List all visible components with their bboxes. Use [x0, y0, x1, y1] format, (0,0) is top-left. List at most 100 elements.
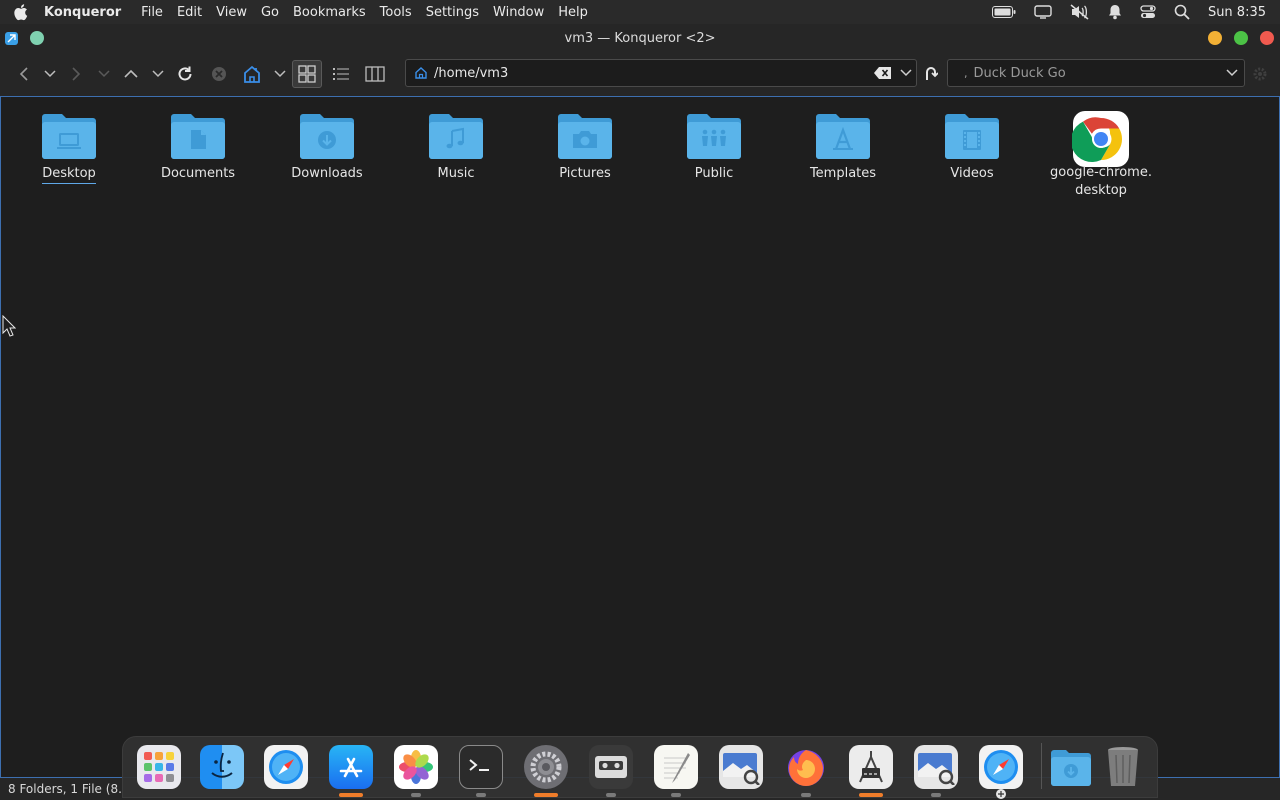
battery-icon[interactable] [991, 6, 1016, 18]
menu-go[interactable]: Go [261, 5, 279, 20]
settings-gear-icon[interactable] [1253, 66, 1267, 85]
app-name-menu[interactable]: Konqueror [44, 5, 121, 20]
dock-photos[interactable] [394, 745, 438, 789]
file-view[interactable]: Desktop Documents Downloads Music Pictur… [0, 96, 1280, 778]
search-input[interactable]: Duck Duck Go [974, 66, 1066, 81]
home-icon[interactable] [240, 62, 264, 86]
dock-tape-app[interactable] [589, 745, 633, 789]
pin-window-button[interactable] [30, 31, 44, 45]
dock-safari[interactable] [264, 745, 308, 789]
notification-bell-icon[interactable] [1108, 4, 1122, 20]
dock-launchpad[interactable] [137, 745, 181, 789]
public-folder-icon [687, 114, 741, 159]
dock-terminal[interactable] [459, 745, 503, 789]
file-label: Desktop [42, 165, 96, 184]
file-label: Public [694, 166, 734, 181]
file-item-public[interactable]: Public [659, 111, 769, 183]
spotlight-search-icon[interactable] [1174, 4, 1190, 20]
dock-preview-2[interactable] [914, 745, 958, 789]
display-icon[interactable] [1034, 5, 1052, 19]
mute-icon[interactable] [1070, 4, 1090, 20]
file-item-videos[interactable]: Videos [917, 111, 1027, 183]
dock-indicator-instruments [859, 793, 883, 797]
location-bar[interactable]: /home/vm3 [405, 59, 917, 87]
desktop-folder-icon [42, 114, 96, 159]
file-item-pictures[interactable]: Pictures [530, 111, 640, 183]
apple-menu-icon[interactable] [0, 3, 44, 21]
location-input[interactable]: /home/vm3 [434, 66, 508, 81]
safari-icon [984, 750, 1018, 784]
column-view-button[interactable] [363, 62, 387, 86]
trash-icon [1108, 747, 1138, 786]
file-item-desktop[interactable]: Desktop [14, 111, 124, 184]
icon-view-button[interactable] [292, 60, 322, 88]
preview-icon [723, 753, 760, 785]
back-history-dropdown-icon[interactable] [38, 62, 62, 86]
status-text: 8 Folders, 1 File (8. [8, 782, 122, 796]
menu-bookmarks[interactable]: Bookmarks [293, 5, 366, 20]
menu-settings[interactable]: Settings [426, 5, 479, 20]
file-label: Downloads [291, 166, 363, 181]
menu-file[interactable]: File [141, 5, 163, 20]
menu-window[interactable]: Window [493, 5, 544, 20]
control-center-icon[interactable] [1140, 5, 1156, 19]
finder-icon [211, 752, 233, 778]
reload-icon[interactable] [173, 62, 197, 86]
forward-button[interactable] [64, 62, 88, 86]
dock-system-preferences[interactable] [524, 745, 568, 789]
app-store-icon [339, 757, 363, 778]
preview-icon [918, 753, 955, 785]
dock-finder[interactable] [200, 745, 244, 789]
konqueror-app-icon [5, 31, 18, 45]
file-item-documents[interactable]: Documents [143, 111, 253, 183]
details-view-button[interactable] [329, 62, 353, 86]
clear-location-icon[interactable] [874, 66, 892, 80]
home-dropdown-icon[interactable] [268, 62, 292, 86]
location-history-dropdown-icon[interactable] [900, 69, 912, 77]
templates-folder-icon [816, 114, 870, 159]
file-item-templates[interactable]: Templates [788, 111, 898, 183]
dock-textedit[interactable] [654, 745, 698, 789]
menu-view[interactable]: View [216, 5, 247, 20]
up-button[interactable] [119, 62, 143, 86]
menu-help[interactable]: Help [558, 5, 588, 20]
file-item-google-chrome-desktop[interactable]: google-chrome. desktop [1046, 111, 1156, 200]
downloads-folder-icon [1051, 750, 1091, 786]
search-dropdown-icon[interactable] [1226, 69, 1238, 77]
menu-edit[interactable]: Edit [177, 5, 202, 20]
window-title: vm3 — Konqueror <2> [564, 30, 716, 46]
stop-icon[interactable] [207, 62, 231, 86]
dock-trash[interactable] [1101, 745, 1145, 789]
launchpad-icon [144, 752, 174, 782]
close-button[interactable] [1260, 31, 1274, 45]
dock-preview[interactable] [719, 745, 763, 789]
dock-instruments[interactable] [849, 745, 893, 789]
file-label: Videos [950, 166, 994, 181]
dock-indicator-safari-2 [996, 789, 1006, 799]
search-engine-icon[interactable]: , [964, 67, 968, 80]
dock [122, 736, 1158, 799]
file-item-downloads[interactable]: Downloads [272, 111, 382, 183]
terminal-icon [469, 759, 489, 771]
textedit-icon [664, 753, 690, 783]
forward-history-dropdown-icon[interactable] [92, 62, 116, 86]
dock-app-store[interactable] [329, 745, 373, 789]
file-item-music[interactable]: Music [401, 111, 511, 183]
dock-safari-2[interactable] [979, 745, 1023, 789]
minimize-button[interactable] [1208, 31, 1222, 45]
maximize-button[interactable] [1234, 31, 1248, 45]
back-button[interactable] [12, 62, 36, 86]
file-label: Templates [809, 166, 877, 181]
firefox-icon [788, 750, 824, 786]
mouse-cursor-icon [2, 315, 16, 337]
menu-bar: Konqueror File Edit View Go Bookmarks To… [0, 0, 1280, 24]
dock-downloads-stack[interactable] [1049, 745, 1093, 789]
menu-tools[interactable]: Tools [380, 5, 412, 20]
web-search-bar[interactable]: , Duck Duck Go [947, 59, 1245, 87]
clock[interactable]: Sun 8:35 [1208, 5, 1266, 20]
file-label: Music [437, 166, 475, 181]
go-icon[interactable] [924, 65, 939, 85]
dock-indicator-tape-app [606, 793, 616, 797]
up-dropdown-icon[interactable] [146, 62, 170, 86]
dock-firefox[interactable] [784, 745, 828, 789]
